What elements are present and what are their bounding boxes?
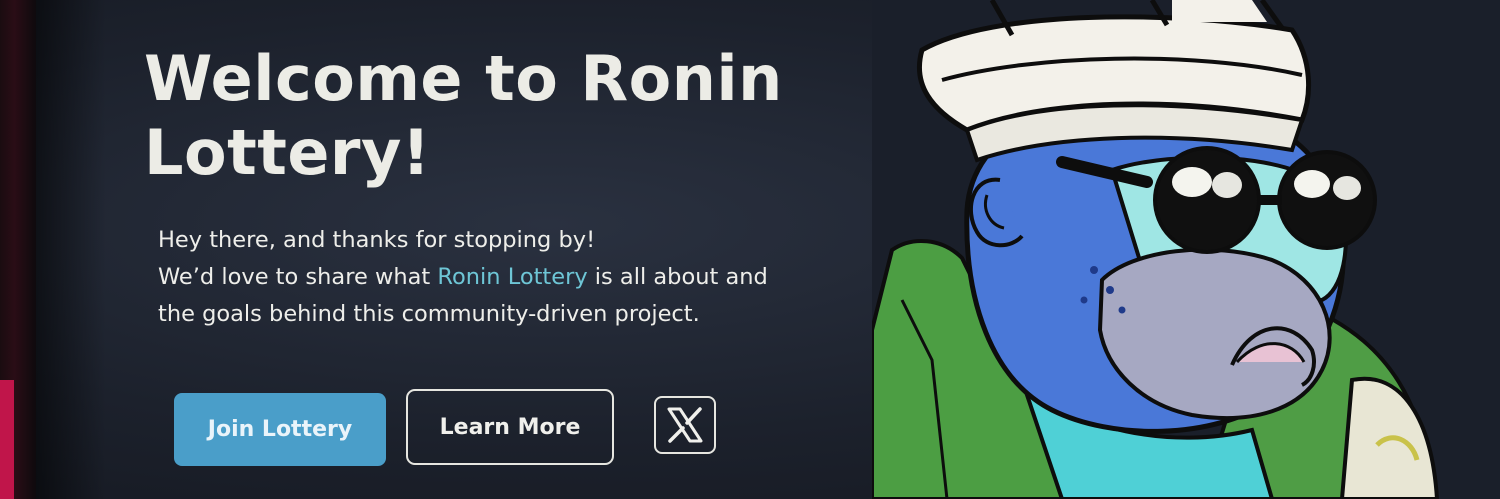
description-prefix: We’d love to share what: [158, 264, 438, 290]
intro-line: Hey there, and thanks for stopping by!: [158, 227, 596, 253]
brand-highlight: Ronin Lottery: [437, 264, 588, 290]
page-title: Welcome to Ronin Lottery!: [144, 42, 783, 189]
monitor-bezel: [0, 0, 36, 499]
x-social-button[interactable]: [654, 396, 716, 454]
hero-description: Hey there, and thanks for stopping by! W…: [158, 222, 918, 333]
learn-more-button[interactable]: Learn More: [406, 389, 614, 465]
ape-mascot-illustration: [872, 0, 1500, 499]
description-suffix: is all about and: [587, 264, 768, 290]
x-logo-icon: [667, 407, 703, 443]
goals-line: the goals behind this community-driven p…: [158, 301, 700, 327]
hero-section: Welcome to Ronin Lottery! Hey there, and…: [36, 0, 1500, 499]
description-line: We’d love to share what Ronin Lottery is…: [158, 259, 918, 296]
join-lottery-button[interactable]: Join Lottery: [174, 393, 386, 466]
